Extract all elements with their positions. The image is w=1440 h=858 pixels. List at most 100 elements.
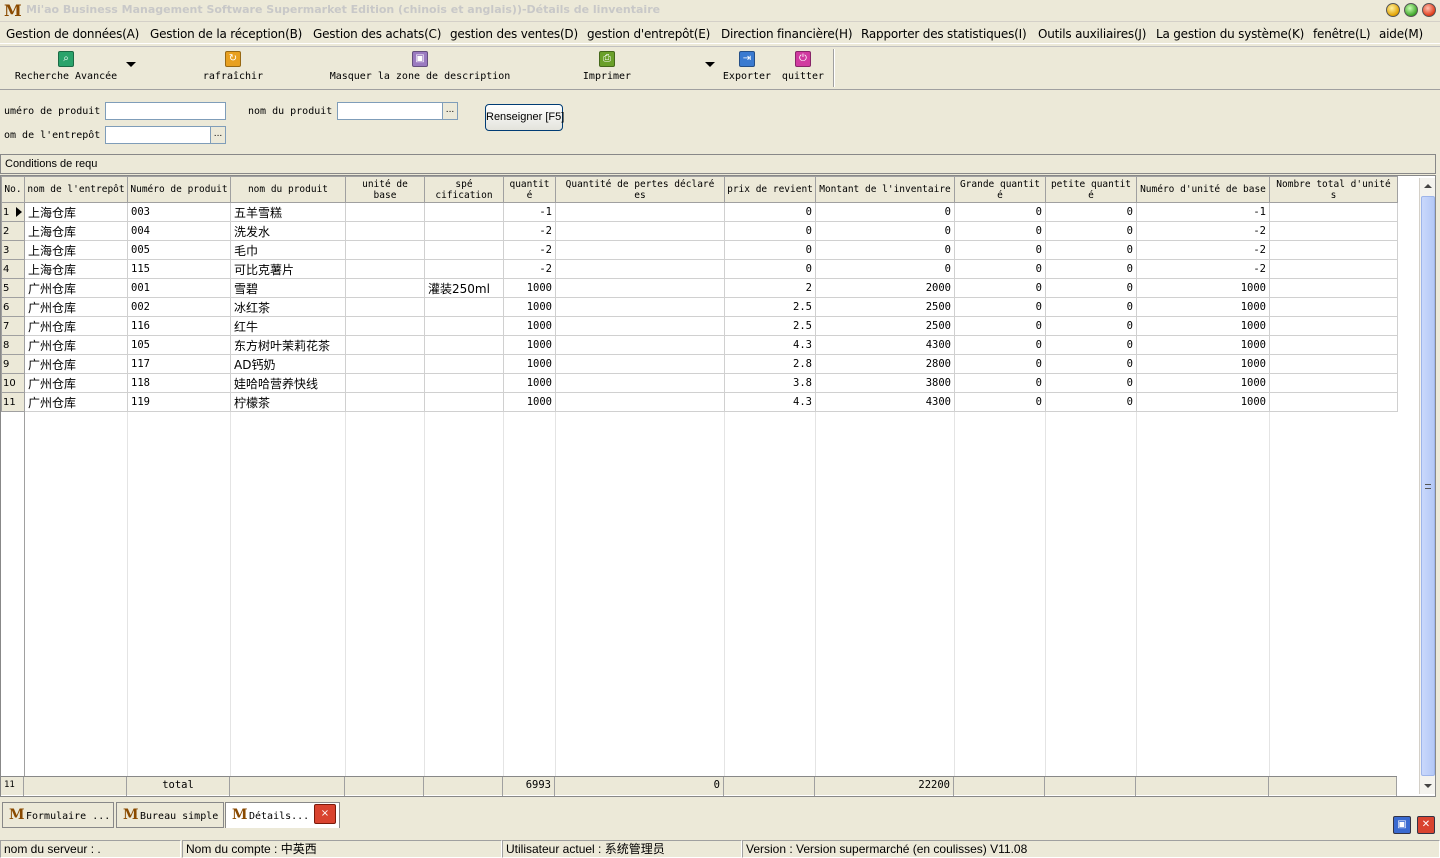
cell-loss[interactable] xyxy=(555,297,725,317)
cell-no[interactable]: 10 xyxy=(1,373,25,393)
column-header[interactable]: nom de l'entrepôt xyxy=(24,176,128,203)
cell-spec[interactable] xyxy=(424,202,504,222)
scroll-down-icon[interactable] xyxy=(1424,784,1432,788)
table-row[interactable]: 7 广州仓库 116 红牛 1000 2.5 2500 0 0 1000 xyxy=(1,316,1398,336)
menu-data-management[interactable]: Gestion de données(A) xyxy=(6,27,139,41)
cell-base-num[interactable]: 1000 xyxy=(1136,278,1270,298)
cell-big[interactable]: 0 xyxy=(954,335,1046,355)
cell-total-units[interactable] xyxy=(1269,316,1398,336)
cell-spec[interactable] xyxy=(424,240,504,260)
table-row[interactable]: 1 上海仓库 003 五羊雪糕 -1 0 0 0 0 -1 xyxy=(1,202,1398,222)
cell-code[interactable]: 001 xyxy=(127,278,231,298)
product-name-browse-button[interactable]: ... xyxy=(442,102,458,120)
cell-no[interactable]: 8 xyxy=(1,335,25,355)
cell-base-num[interactable]: 1000 xyxy=(1136,373,1270,393)
cell-cost[interactable]: 3.8 xyxy=(724,373,816,393)
cell-small[interactable]: 0 xyxy=(1045,354,1137,374)
cell-big[interactable]: 0 xyxy=(954,240,1046,260)
cell-loss[interactable] xyxy=(555,259,725,279)
cell-spec[interactable] xyxy=(424,354,504,374)
column-header[interactable]: spé cification xyxy=(424,176,504,203)
tab-bureau-simple[interactable]: M Bureau simple xyxy=(116,802,224,828)
close-window-icon[interactable] xyxy=(1422,3,1436,17)
cell-small[interactable]: 0 xyxy=(1045,297,1137,317)
cell-amount[interactable]: 0 xyxy=(815,202,955,222)
cell-unit[interactable] xyxy=(345,221,425,241)
cell-small[interactable]: 0 xyxy=(1045,392,1137,412)
column-header[interactable]: quantit é xyxy=(503,176,556,203)
scroll-up-icon[interactable] xyxy=(1424,184,1432,188)
cell-base-num[interactable]: 1000 xyxy=(1136,335,1270,355)
cell-warehouse[interactable]: 广州仓库 xyxy=(24,297,128,317)
cell-big[interactable]: 0 xyxy=(954,354,1046,374)
cell-loss[interactable] xyxy=(555,316,725,336)
query-conditions-bar[interactable]: Conditions de requ xyxy=(0,154,1436,174)
export-button[interactable]: ⇥ Exporter xyxy=(718,51,776,87)
cell-base-num[interactable]: 1000 xyxy=(1136,392,1270,412)
cell-loss[interactable] xyxy=(555,354,725,374)
menu-statistics[interactable]: Rapporter des statistiques(I) xyxy=(861,27,1027,41)
cell-warehouse[interactable]: 上海仓库 xyxy=(24,221,128,241)
cell-no[interactable]: 1 xyxy=(1,202,25,222)
cell-cost[interactable]: 0 xyxy=(724,240,816,260)
inventory-grid[interactable]: No. nom de l'entrepôt Numéro de produit … xyxy=(0,175,1436,797)
print-button[interactable]: ⎙ Imprimer xyxy=(578,51,636,87)
cell-no[interactable]: 5 xyxy=(1,278,25,298)
cell-unit[interactable] xyxy=(345,202,425,222)
cell-loss[interactable] xyxy=(555,240,725,260)
cell-amount[interactable]: 0 xyxy=(815,259,955,279)
cell-amount[interactable]: 3800 xyxy=(815,373,955,393)
cell-total-units[interactable] xyxy=(1269,373,1398,393)
cell-total-units[interactable] xyxy=(1269,221,1398,241)
cell-unit[interactable] xyxy=(345,297,425,317)
cell-no[interactable]: 9 xyxy=(1,354,25,374)
cell-loss[interactable] xyxy=(555,392,725,412)
cell-name[interactable]: 雪碧 xyxy=(230,278,346,298)
cell-cost[interactable]: 2.5 xyxy=(724,297,816,317)
cell-code[interactable]: 119 xyxy=(127,392,231,412)
refresh-button[interactable]: ↻ rafraîchir xyxy=(196,51,270,87)
cell-amount[interactable]: 2500 xyxy=(815,297,955,317)
cell-qty[interactable]: 1000 xyxy=(503,278,556,298)
cell-amount[interactable]: 4300 xyxy=(815,335,955,355)
cell-code[interactable]: 116 xyxy=(127,316,231,336)
table-row[interactable]: 10 广州仓库 118 娃哈哈营养快线 1000 3.8 3800 0 0 1000 xyxy=(1,373,1398,393)
cell-small[interactable]: 0 xyxy=(1045,335,1137,355)
cell-unit[interactable] xyxy=(345,373,425,393)
column-header[interactable]: petite quantit é xyxy=(1045,176,1137,203)
cell-warehouse[interactable]: 上海仓库 xyxy=(24,259,128,279)
column-header[interactable]: nom du produit xyxy=(230,176,346,203)
table-row[interactable]: 4 上海仓库 115 可比克薯片 -2 0 0 0 0 -2 xyxy=(1,259,1398,279)
cell-name[interactable]: 冰红茶 xyxy=(230,297,346,317)
scroll-thumb[interactable] xyxy=(1421,196,1435,776)
cell-code[interactable]: 003 xyxy=(127,202,231,222)
cell-warehouse[interactable]: 广州仓库 xyxy=(24,335,128,355)
cell-big[interactable]: 0 xyxy=(954,259,1046,279)
cell-small[interactable]: 0 xyxy=(1045,278,1137,298)
cell-loss[interactable] xyxy=(555,202,725,222)
cell-spec[interactable] xyxy=(424,373,504,393)
cell-qty[interactable]: 1000 xyxy=(503,316,556,336)
cell-base-num[interactable]: -2 xyxy=(1136,221,1270,241)
cell-code[interactable]: 115 xyxy=(127,259,231,279)
cell-no[interactable]: 3 xyxy=(1,240,25,260)
cell-unit[interactable] xyxy=(345,278,425,298)
cell-small[interactable]: 0 xyxy=(1045,221,1137,241)
cell-qty[interactable]: -1 xyxy=(503,202,556,222)
cell-name[interactable]: 红牛 xyxy=(230,316,346,336)
cell-base-num[interactable]: -1 xyxy=(1136,202,1270,222)
product-number-input[interactable] xyxy=(105,102,226,120)
cell-qty[interactable]: 1000 xyxy=(503,297,556,317)
cell-code[interactable]: 005 xyxy=(127,240,231,260)
cell-code[interactable]: 118 xyxy=(127,373,231,393)
search-f5-button[interactable]: Renseigner [F5] xyxy=(485,104,564,131)
warehouse-name-input[interactable] xyxy=(105,126,211,144)
cell-qty[interactable]: 1000 xyxy=(503,354,556,374)
cell-base-num[interactable]: -2 xyxy=(1136,240,1270,260)
cell-amount[interactable]: 4300 xyxy=(815,392,955,412)
table-row[interactable]: 6 广州仓库 002 冰红茶 1000 2.5 2500 0 0 1000 xyxy=(1,297,1398,317)
table-row[interactable]: 3 上海仓库 005 毛巾 -2 0 0 0 0 -2 xyxy=(1,240,1398,260)
table-row[interactable]: 11 广州仓库 119 柠檬茶 1000 4.3 4300 0 0 1000 xyxy=(1,392,1398,412)
cell-big[interactable]: 0 xyxy=(954,373,1046,393)
menu-system[interactable]: La gestion du système(K) xyxy=(1156,27,1304,41)
